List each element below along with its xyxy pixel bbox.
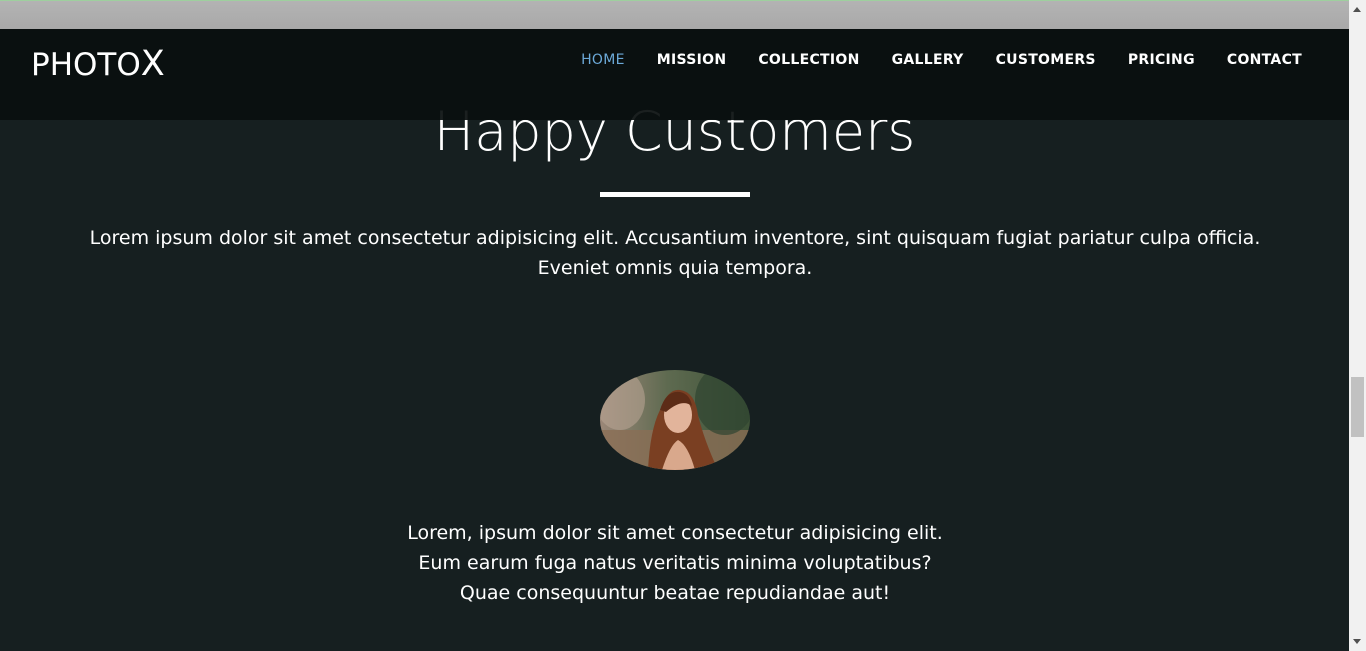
testimonial-text: Lorem, ipsum dolor sit amet consectetur … — [300, 518, 1050, 608]
title-divider — [600, 192, 750, 197]
nav-item-contact[interactable]: CONTACT — [1227, 52, 1302, 68]
nav-item-collection[interactable]: COLLECTION — [758, 52, 859, 68]
testimonial-line: Eum earum fuga natus veritatis minima vo… — [418, 552, 932, 574]
vertical-scrollbar[interactable] — [1349, 0, 1366, 651]
page-viewport: PHOTOX HOME MISSION COLLECTION GALLERY C… — [0, 0, 1349, 651]
logo-x: X — [140, 44, 165, 84]
customer-avatar — [600, 370, 750, 470]
nav-item-gallery[interactable]: GALLERY — [892, 52, 964, 68]
top-strip — [0, 0, 1349, 29]
navbar: PHOTOX HOME MISSION COLLECTION GALLERY C… — [0, 29, 1349, 120]
nav-item-customers[interactable]: CUSTOMERS — [996, 52, 1096, 68]
nav-item-home[interactable]: HOME — [581, 52, 625, 68]
testimonial-line: Lorem, ipsum dolor sit amet consectetur … — [407, 522, 943, 544]
chevron-up-icon[interactable] — [1353, 7, 1361, 12]
chevron-down-icon[interactable] — [1353, 639, 1361, 644]
section-intro: Lorem ipsum dolor sit amet consectetur a… — [89, 227, 1261, 279]
nav-item-pricing[interactable]: PRICING — [1128, 52, 1195, 68]
testimonial-line: Quae consequuntur beatae repudiandae aut… — [459, 582, 891, 604]
logo-text: PHOTO — [31, 47, 141, 83]
nav-menu: HOME MISSION COLLECTION GALLERY CUSTOMER… — [549, 52, 1302, 68]
logo[interactable]: PHOTOX — [31, 44, 165, 84]
scrollbar-thumb[interactable] — [1351, 377, 1364, 437]
nav-item-mission[interactable]: MISSION — [657, 52, 727, 68]
